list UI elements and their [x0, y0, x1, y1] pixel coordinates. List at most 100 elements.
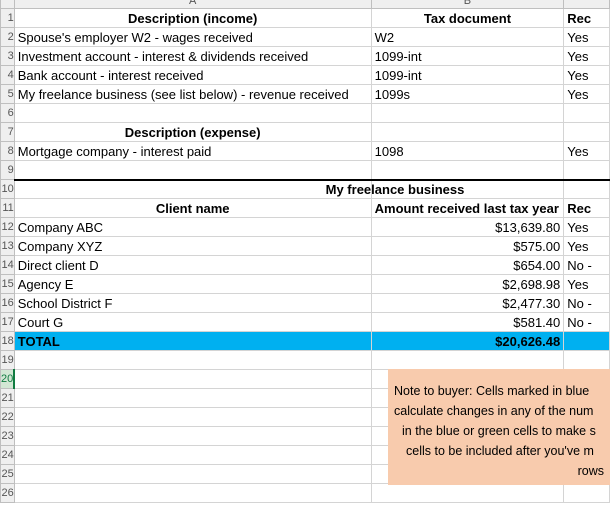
cell-a[interactable]: Investment account - interest & dividend… — [13, 46, 372, 66]
cell-a[interactable] — [13, 483, 372, 503]
column-header-b[interactable]: B — [370, 0, 565, 9]
cell-c[interactable]: Yes — [563, 27, 610, 47]
cell-a[interactable] — [13, 426, 372, 446]
row-header[interactable]: 19 — [0, 350, 15, 370]
cell-b[interactable] — [370, 103, 565, 123]
cell-c[interactable]: No - — [563, 293, 610, 313]
select-all-corner[interactable] — [0, 0, 15, 9]
cell-c[interactable]: Yes — [563, 217, 610, 237]
cell-b[interactable]: $20,626.48 — [370, 331, 565, 351]
cell-b[interactable]: $654.00 — [370, 255, 565, 275]
row-header[interactable]: 21 — [0, 388, 15, 408]
cell-a[interactable] — [13, 369, 372, 389]
cell-c[interactable]: Yes — [563, 65, 610, 85]
row-header[interactable]: 10 — [0, 179, 15, 199]
row-header[interactable]: 11 — [0, 198, 15, 218]
row-header[interactable]: 15 — [0, 274, 15, 294]
cell-a[interactable] — [13, 178, 372, 199]
column-header-c[interactable] — [563, 0, 610, 9]
cell-b[interactable]: $575.00 — [370, 236, 565, 256]
cell-a[interactable] — [13, 103, 372, 123]
row-header[interactable]: 26 — [0, 483, 15, 503]
cell-c[interactable] — [563, 483, 610, 503]
column-header-a[interactable]: A — [13, 0, 372, 9]
cell-a[interactable] — [13, 350, 372, 370]
cell-c[interactable]: Yes — [563, 141, 610, 161]
cell-b[interactable]: W2 — [370, 27, 565, 47]
cell-c[interactable]: Yes — [563, 46, 610, 66]
cell-c[interactable] — [563, 122, 610, 142]
row-header[interactable]: 13 — [0, 236, 15, 256]
cell-c[interactable] — [563, 178, 610, 199]
cell-b[interactable]: Tax document — [370, 8, 565, 28]
row-header[interactable]: 25 — [0, 464, 15, 484]
row-header[interactable]: 23 — [0, 426, 15, 446]
cell-b[interactable]: $2,698.98 — [370, 274, 565, 294]
note-line: cells to be included after you've m — [406, 444, 594, 458]
cell-a[interactable]: Direct client D — [13, 255, 372, 275]
row-header[interactable]: 17 — [0, 312, 15, 332]
cell-a[interactable]: Agency E — [13, 274, 372, 294]
cell-a[interactable]: Company ABC — [13, 217, 372, 237]
sheet-row: 12 Company ABC $13,639.80 Yes — [0, 217, 610, 237]
cell-b[interactable]: $581.40 — [370, 312, 565, 332]
row-header[interactable]: 14 — [0, 255, 15, 275]
cell-c[interactable]: No - — [563, 255, 610, 275]
cell-a[interactable] — [13, 407, 372, 427]
cell-b[interactable] — [370, 483, 565, 503]
row-header[interactable]: 5 — [0, 84, 15, 104]
row-header[interactable]: 22 — [0, 407, 15, 427]
cell-b[interactable] — [370, 160, 565, 180]
cell-a[interactable]: Company XYZ — [13, 236, 372, 256]
row-header[interactable]: 1 — [0, 8, 15, 28]
cell-b[interactable]: 1099-int — [370, 46, 565, 66]
cell-c[interactable]: Yes — [563, 84, 610, 104]
cell-b[interactable]: $2,477.30 — [370, 293, 565, 313]
row-header[interactable]: 7 — [0, 122, 15, 142]
cell-a[interactable]: TOTAL — [13, 331, 372, 351]
row-header[interactable]: 12 — [0, 217, 15, 237]
sheet-row: 4 Bank account - interest received 1099-in… — [0, 65, 610, 85]
cell-b[interactable]: 1098 — [370, 141, 565, 161]
cell-a[interactable]: Mortgage company - interest paid — [13, 141, 372, 161]
cell-b[interactable]: 1099s — [370, 84, 565, 104]
row-header[interactable]: 18 — [0, 331, 15, 351]
note-to-buyer-box[interactable]: Note to buyer: Cells marked in blue calcu… — [388, 369, 610, 485]
cell-c[interactable] — [563, 350, 610, 370]
cell-a[interactable]: Bank account - interest received — [13, 65, 372, 85]
cell-c[interactable]: Yes — [563, 236, 610, 256]
cell-b[interactable]: My freelance business — [324, 178, 519, 199]
cell-a[interactable]: School District F — [13, 293, 372, 313]
cell-c[interactable] — [563, 160, 610, 180]
row-header[interactable]: 24 — [0, 445, 15, 465]
cell-c[interactable]: Rec — [563, 8, 610, 28]
cell-a[interactable] — [13, 160, 372, 180]
row-header[interactable]: 3 — [0, 46, 15, 66]
row-header[interactable]: 9 — [0, 160, 15, 180]
cell-a[interactable]: Court G — [13, 312, 372, 332]
cell-b[interactable]: $13,639.80 — [370, 217, 565, 237]
cell-b[interactable]: Amount received last tax year — [370, 198, 565, 218]
cell-a[interactable]: Description (expense) — [13, 122, 372, 142]
row-header[interactable]: 20 — [0, 369, 16, 389]
row-header[interactable]: 6 — [0, 103, 15, 123]
cell-a[interactable] — [13, 388, 372, 408]
row-header[interactable]: 2 — [0, 27, 15, 47]
row-header[interactable]: 4 — [0, 65, 15, 85]
cell-a[interactable]: Spouse's employer W2 - wages received — [13, 27, 372, 47]
cell-a[interactable] — [13, 464, 372, 484]
cell-a[interactable] — [13, 445, 372, 465]
cell-b[interactable] — [370, 122, 565, 142]
row-header[interactable]: 8 — [0, 141, 15, 161]
cell-c[interactable]: Yes — [563, 274, 610, 294]
cell-c[interactable] — [563, 331, 610, 351]
cell-a[interactable]: Client name — [13, 198, 372, 218]
cell-a[interactable]: Description (income) — [13, 8, 372, 28]
row-header[interactable]: 16 — [0, 293, 15, 313]
cell-b[interactable] — [370, 350, 565, 370]
cell-b[interactable]: 1099-int — [370, 65, 565, 85]
cell-c[interactable]: No - — [563, 312, 610, 332]
cell-a[interactable]: My freelance business (see list below) -… — [13, 84, 372, 104]
cell-c[interactable] — [563, 103, 610, 123]
cell-c[interactable]: Rec — [563, 198, 610, 218]
